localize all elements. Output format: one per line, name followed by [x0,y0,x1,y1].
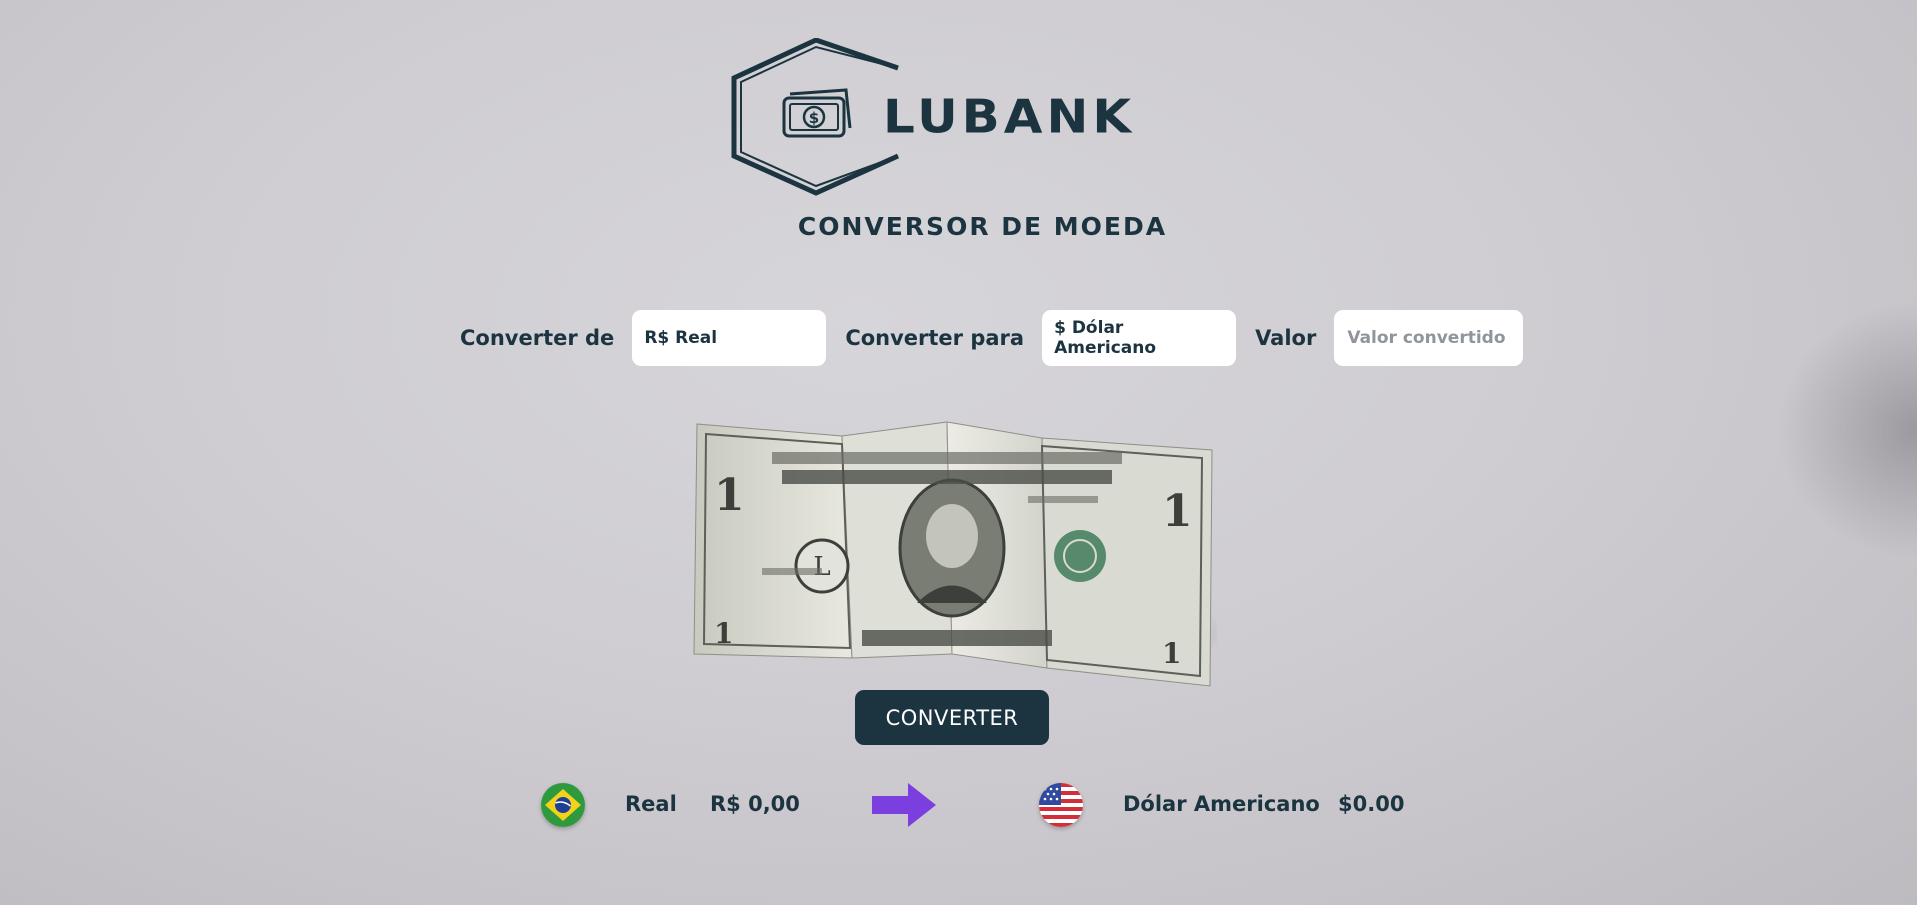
to-currency-amount: $0.00 [1338,792,1405,816]
svg-text:1: 1 [1162,637,1181,670]
from-currency-amount: R$ 0,00 [710,792,800,816]
background-shadow [1777,300,1917,560]
to-currency-name: Dólar Americano [1123,792,1320,816]
to-currency-select[interactable]: $ Dólar Americano [1042,310,1237,366]
to-currency-label: Converter para [845,326,1025,350]
from-currency-name: Real [625,792,677,816]
svg-text:$: $ [809,109,819,127]
arrow-right-icon [872,783,938,831]
amount-label: Valor [1255,326,1317,350]
svg-text:1: 1 [714,470,745,521]
svg-text:L: L [813,552,830,582]
svg-text:1: 1 [714,617,733,650]
money-bill-icon: $ [782,88,852,138]
converter-form: Converter de R$ Real Converter para $ Dó… [460,310,1524,366]
dollar-bill-image: L 1 1 1 1 [692,418,1232,688]
usa-flag-icon [1039,783,1083,827]
brazil-flag-icon [541,783,585,827]
from-currency-select[interactable]: R$ Real [632,310,827,366]
brand-logo: $ LUBANK [728,38,1148,198]
brand-name: LUBANK [883,90,1136,144]
convert-button[interactable]: CONVERTER [855,690,1049,745]
amount-input[interactable] [1334,310,1524,366]
svg-text:1: 1 [1162,486,1193,537]
from-currency-label: Converter de [460,326,615,350]
page-subtitle: CONVERSOR DE MOEDA [797,212,1168,241]
